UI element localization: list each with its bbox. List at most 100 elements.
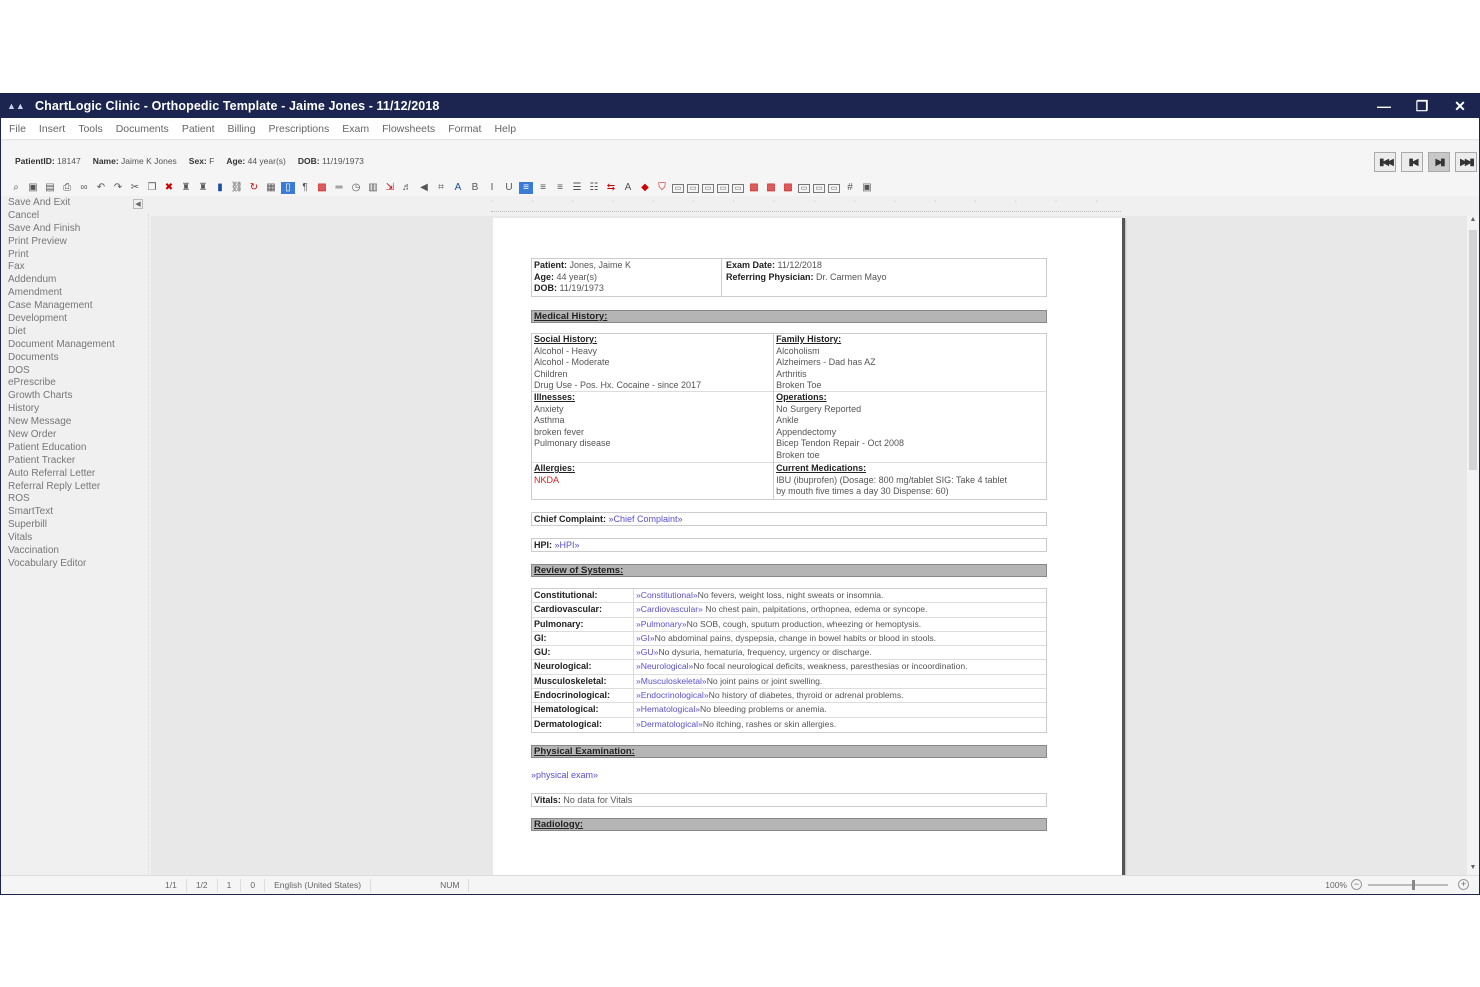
sidebar-item-growth-charts[interactable]: Growth Charts bbox=[1, 390, 151, 403]
zoom-slider-knob[interactable] bbox=[1412, 879, 1415, 890]
sidebar-item-smarttext[interactable]: SmartText bbox=[1, 506, 151, 519]
menu-tools[interactable]: Tools bbox=[78, 123, 103, 135]
ros-row[interactable]: Neurological: »Neurological»No focal neur… bbox=[532, 660, 1046, 675]
restore-button[interactable]: ❐ bbox=[1403, 94, 1441, 118]
sidebar-item-referral-reply-letter[interactable]: Referral Reply Letter bbox=[1, 481, 151, 494]
microphone-icon[interactable]: ♬ bbox=[400, 182, 414, 194]
highlight-icon[interactable]: ◆ bbox=[638, 182, 652, 194]
sidebar-item-addendum[interactable]: Addendum bbox=[1, 274, 151, 287]
hyperlink-icon[interactable]: ⛓ bbox=[230, 182, 244, 194]
crop-icon[interactable]: ⌗ bbox=[434, 182, 448, 194]
minimize-button[interactable]: — bbox=[1365, 94, 1403, 118]
sidebar-item-eprescribe[interactable]: ePrescribe bbox=[1, 377, 151, 390]
template-field-1-icon[interactable]: ▭ bbox=[672, 183, 684, 193]
sidebar-item-vitals[interactable]: Vitals bbox=[1, 532, 151, 545]
template-field-3-icon[interactable]: ▭ bbox=[702, 183, 714, 193]
find-next-icon[interactable]: ♜ bbox=[196, 182, 210, 194]
chief-complaint-field[interactable]: Chief Complaint: »Chief Complaint» bbox=[531, 512, 1047, 526]
sidebar-item-print-preview[interactable]: Print Preview bbox=[1, 236, 151, 249]
template-field-2-icon[interactable]: ▭ bbox=[687, 183, 699, 193]
menu-help[interactable]: Help bbox=[494, 123, 516, 135]
ros-row[interactable]: Musculoskeletal: »Musculoskeletal»No join… bbox=[532, 674, 1046, 690]
next-record-icon[interactable]: ▶▮ bbox=[1428, 152, 1450, 172]
format-painter-icon[interactable]: A bbox=[621, 182, 635, 194]
speaker-icon[interactable]: ◀ bbox=[417, 182, 431, 194]
sidebar-item-amendment[interactable]: Amendment bbox=[1, 287, 151, 300]
scroll-thumb[interactable] bbox=[1469, 230, 1477, 470]
paragraph-icon[interactable]: ¶ bbox=[298, 182, 312, 194]
font-icon[interactable]: A bbox=[451, 182, 465, 194]
italic-icon[interactable]: I bbox=[485, 182, 499, 194]
sidebar-item-case-management[interactable]: Case Management bbox=[1, 300, 151, 313]
chart-icon[interactable]: ▥ bbox=[366, 182, 380, 194]
sidebar-item-patient-education[interactable]: Patient Education bbox=[1, 442, 151, 455]
template-field-8-icon[interactable]: ▩ bbox=[781, 182, 795, 194]
collapse-sidebar-icon[interactable]: ◀ bbox=[133, 199, 143, 209]
ros-row[interactable]: Constitutional: »Constitutional»No fevers… bbox=[532, 589, 1046, 604]
menu-prescriptions[interactable]: Prescriptions bbox=[269, 123, 330, 135]
undo-icon[interactable]: ↶ bbox=[94, 182, 108, 194]
justify-icon[interactable]: ☰ bbox=[570, 182, 584, 194]
sidebar-item-save-and-finish[interactable]: Save And Finish bbox=[1, 223, 151, 236]
table-icon[interactable]: ▦ bbox=[264, 182, 278, 194]
zoom-in-icon[interactable]: + bbox=[1458, 879, 1469, 890]
template-field-11-icon[interactable]: ▭ bbox=[828, 183, 840, 193]
delete-icon[interactable]: ✖ bbox=[162, 182, 176, 194]
indent-icon[interactable]: ⇆ bbox=[604, 182, 618, 194]
hpi-field[interactable]: HPI: »HPI» bbox=[531, 538, 1047, 552]
copy-icon[interactable]: ❐ bbox=[145, 182, 159, 194]
sidebar-item-cancel[interactable]: Cancel bbox=[1, 210, 151, 223]
close-button[interactable]: ✕ bbox=[1441, 94, 1479, 118]
template-field-9-icon[interactable]: ▭ bbox=[798, 183, 810, 193]
sidebar-item-superbill[interactable]: Superbill bbox=[1, 519, 151, 532]
hash-icon[interactable]: # bbox=[843, 182, 857, 194]
sidebar-item-new-message[interactable]: New Message bbox=[1, 416, 151, 429]
shield-icon[interactable]: ⛉ bbox=[655, 182, 669, 194]
find-icon[interactable]: ⌕ bbox=[9, 182, 23, 194]
sidebar-item-auto-referral-letter[interactable]: Auto Referral Letter bbox=[1, 468, 151, 481]
physical-exam-field[interactable]: »physical exam» bbox=[531, 770, 1047, 782]
binoculars-icon[interactable]: ♜ bbox=[179, 182, 193, 194]
redo-icon[interactable]: ↷ bbox=[111, 182, 125, 194]
text-mode-icon[interactable]: ▯ bbox=[281, 182, 295, 194]
sidebar-item-print[interactable]: Print bbox=[1, 249, 151, 262]
ros-row[interactable]: GU: »GU»No dysuria, hematuria, frequency,… bbox=[532, 646, 1046, 661]
menu-patient[interactable]: Patient bbox=[182, 123, 215, 135]
link-icon[interactable]: ∞ bbox=[77, 182, 91, 194]
title-bar[interactable]: ▲▲ ChartLogic Clinic - Orthopedic Templa… bbox=[1, 94, 1479, 118]
bold-icon[interactable]: B bbox=[468, 182, 482, 194]
sidebar-item-history[interactable]: History bbox=[1, 403, 151, 416]
image-icon[interactable]: ▩ bbox=[315, 182, 329, 194]
ros-row[interactable]: Cardiovascular: »Cardiovascular» No chest… bbox=[532, 603, 1046, 618]
template-field-5-icon[interactable]: ▭ bbox=[732, 183, 744, 193]
sidebar-item-patient-tracker[interactable]: Patient Tracker bbox=[1, 455, 151, 468]
underline-icon[interactable]: U bbox=[502, 182, 516, 194]
sidebar-item-document-management[interactable]: Document Management bbox=[1, 339, 151, 352]
sidebar-item-vocabulary-editor[interactable]: Vocabulary Editor bbox=[1, 558, 151, 571]
insert-field-icon[interactable]: ⇲ bbox=[383, 182, 397, 194]
cut-icon[interactable]: ✂ bbox=[128, 182, 142, 194]
strike-icon[interactable]: ═ bbox=[332, 182, 346, 194]
calendar-icon[interactable]: ▣ bbox=[860, 182, 874, 194]
template-field-10-icon[interactable]: ▭ bbox=[813, 183, 825, 193]
ros-row[interactable]: Hematological: »Hematological»No bleeding… bbox=[532, 703, 1046, 718]
sidebar-item-dos[interactable]: DOS bbox=[1, 365, 151, 378]
sidebar-item-save-and-exit[interactable]: Save And Exit bbox=[1, 197, 151, 210]
menu-insert[interactable]: Insert bbox=[39, 123, 65, 135]
align-center-icon[interactable]: ≡ bbox=[536, 182, 550, 194]
menu-format[interactable]: Format bbox=[448, 123, 481, 135]
bullet-list-icon[interactable]: ☷ bbox=[587, 182, 601, 194]
ros-row[interactable]: Endocrinological: »Endocrinological»No hi… bbox=[532, 689, 1046, 704]
new-doc-icon[interactable]: ▤ bbox=[43, 182, 57, 194]
ros-row[interactable]: Dermatological: »Dermatological»No itchin… bbox=[532, 717, 1046, 732]
spellcheck-icon[interactable]: ↻ bbox=[247, 182, 261, 194]
sidebar-item-ros[interactable]: ROS bbox=[1, 493, 151, 506]
menu-file[interactable]: File bbox=[9, 123, 26, 135]
vitals-field[interactable]: Vitals: No data for Vitals bbox=[531, 792, 1047, 807]
sidebar-item-documents[interactable]: Documents bbox=[1, 352, 151, 365]
scroll-up-icon[interactable]: ▲ bbox=[1467, 216, 1479, 228]
menu-billing[interactable]: Billing bbox=[228, 123, 256, 135]
horizontal-ruler[interactable]: · · · · · · · · · · · · · · · · · · · · … bbox=[491, 198, 1121, 212]
zoom-out-icon[interactable]: − bbox=[1351, 879, 1362, 890]
align-right-icon[interactable]: ≡ bbox=[553, 182, 567, 194]
